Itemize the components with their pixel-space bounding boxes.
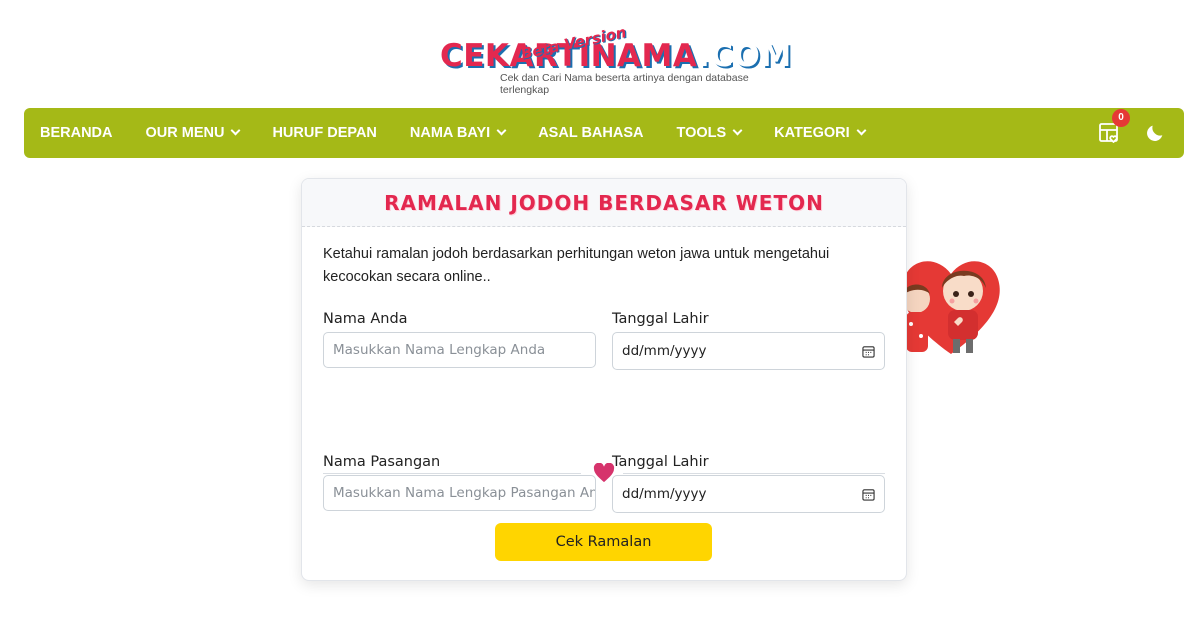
nav-item-asal-bahasa[interactable]: ASAL BAHASA [538, 125, 643, 141]
nav-item-label: OUR MENU [145, 125, 225, 141]
logo-wordmark: CEKARTINAMA.COM [440, 38, 792, 74]
nav-item-our-menu[interactable]: OUR MENU [145, 125, 241, 141]
partner-name-input[interactable]: Masukkan Nama Lengkap Pasangan An [323, 475, 596, 511]
moon-icon[interactable] [1144, 122, 1166, 144]
partner-birthdate-input[interactable]: dd/mm/yyyy [612, 475, 885, 513]
birthdate-label: Tanggal Lahir [612, 311, 709, 327]
nav-item-label: TOOLS [676, 125, 727, 141]
cart-count-badge: 0 [1112, 109, 1130, 127]
nav-item-label: ASAL BAHASA [538, 125, 644, 141]
nav-item-label: BERANDA [40, 125, 113, 141]
chevron-down-icon [231, 125, 241, 136]
nav-item-label: NAMA BAYI [409, 125, 491, 141]
nav-item-nama-bayi[interactable]: NAMA BAYI [409, 125, 507, 141]
name-label: Nama Anda [323, 311, 408, 327]
cart-button[interactable]: 0 [1098, 109, 1130, 145]
divider-line [323, 473, 581, 474]
partner-name-input-placeholder: Masukkan Nama Lengkap Pasangan An [333, 485, 596, 501]
main-navbar: BERANDA OUR MENU HURUF DEPAN NAMA BAYI A… [24, 108, 1184, 158]
jodoh-weton-card: RAMALAN JODOH BERDASAR WETON Ketahui ram… [301, 178, 907, 581]
chevron-down-icon [856, 125, 867, 136]
card-header: RAMALAN JODOH BERDASAR WETON [302, 179, 906, 227]
card-body: Ketahui ramalan jodoh berdasarkan perhit… [302, 227, 906, 580]
cek-ramalan-button[interactable]: Cek Ramalan [495, 523, 712, 561]
nav-item-label: KATEGORI [774, 125, 850, 141]
logo-tagline: Cek dan Cari Nama beserta artinya dengan… [500, 72, 749, 96]
nav-item-huruf-depan[interactable]: HURUF DEPAN [272, 125, 376, 141]
divider-line [623, 473, 885, 474]
nav-item-tools[interactable]: TOOLS [676, 125, 743, 141]
chevron-down-icon [732, 125, 743, 136]
nav-item-label: HURUF DEPAN [272, 125, 377, 141]
nav-item-beranda[interactable]: BERANDA [40, 125, 113, 141]
calendar-icon[interactable] [862, 345, 875, 358]
nav-item-kategori[interactable]: KATEGORI [774, 125, 867, 141]
card-description: Ketahui ramalan jodoh berdasarkan perhit… [323, 246, 830, 285]
couple-heart-illustration [902, 261, 1000, 354]
partner-birthdate-value: dd/mm/yyyy [622, 486, 707, 502]
name-input[interactable]: Masukkan Nama Lengkap Anda [323, 332, 596, 368]
calendar-icon[interactable] [862, 488, 875, 501]
site-logo[interactable]: CEKARTINAMA.COM Beta Version Cek dan Car… [440, 23, 791, 96]
partner-birthdate-label: Tanggal Lahir [612, 454, 709, 470]
partner-name-label: Nama Pasangan [323, 454, 441, 470]
name-input-placeholder: Masukkan Nama Lengkap Anda [333, 342, 546, 358]
birthdate-input[interactable]: dd/mm/yyyy [612, 332, 885, 370]
birthdate-value: dd/mm/yyyy [622, 343, 707, 359]
card-title: RAMALAN JODOH BERDASAR WETON [384, 190, 824, 215]
nav-actions: 0 [1098, 108, 1166, 158]
logo-dot-com: .COM [697, 38, 792, 74]
chevron-down-icon [496, 125, 507, 136]
